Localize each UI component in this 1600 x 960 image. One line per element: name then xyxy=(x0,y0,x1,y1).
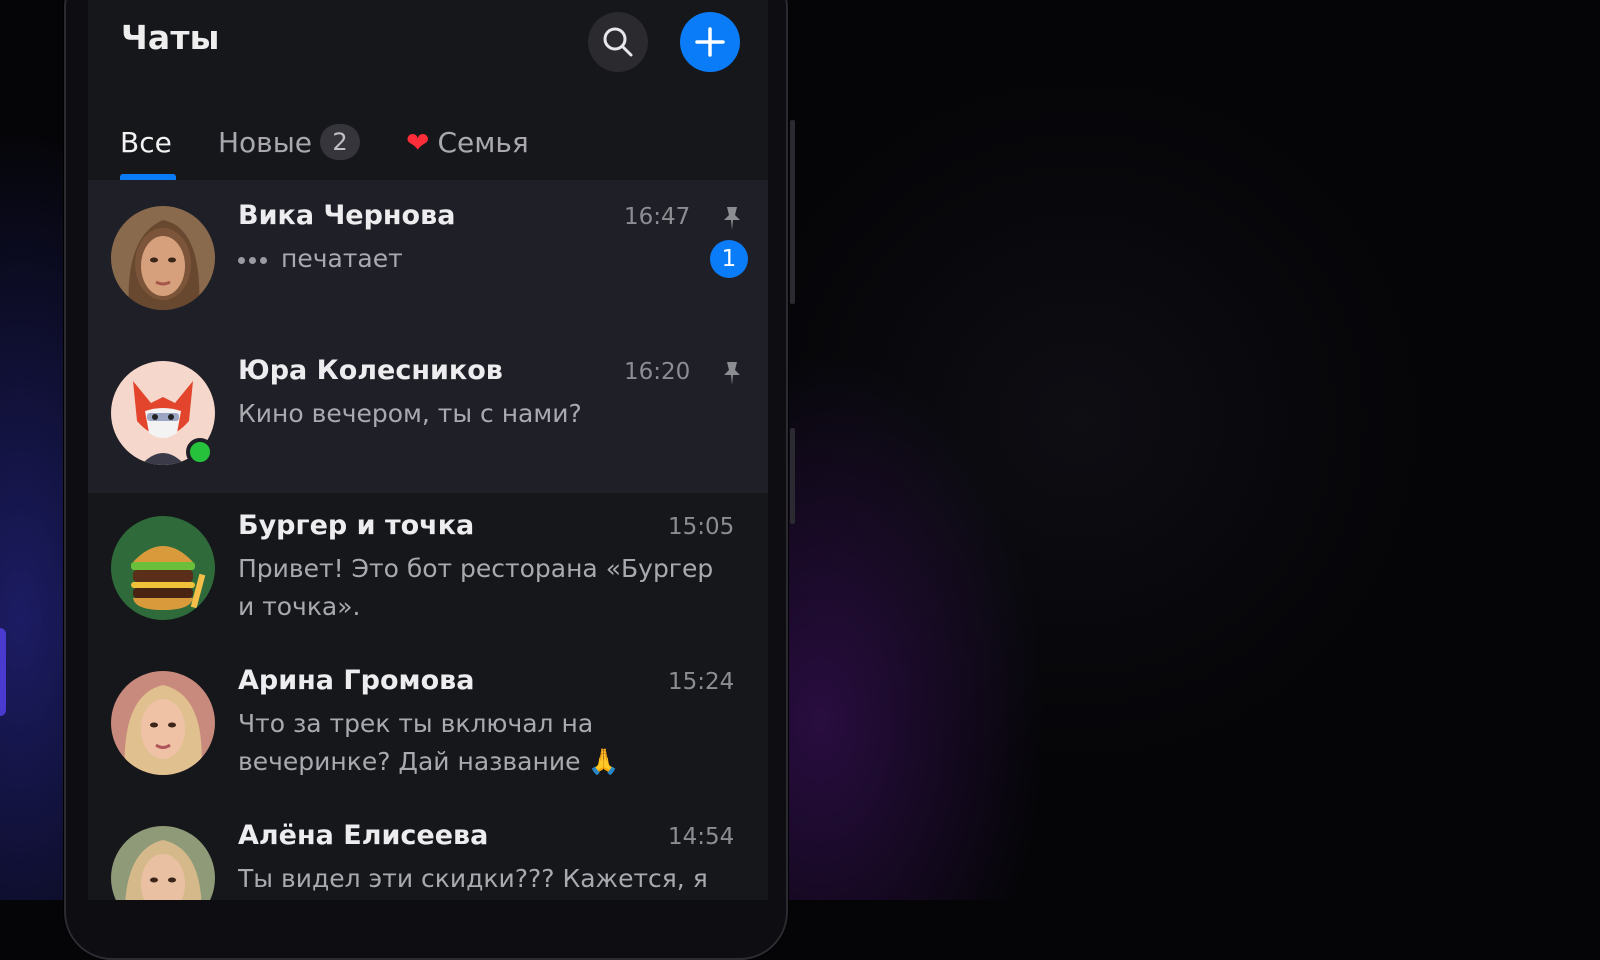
chat-filter-tabs: Все Новые 2 ❤ Семья xyxy=(88,110,768,180)
plus-icon xyxy=(695,27,725,57)
heart-icon: ❤ xyxy=(406,125,430,159)
chat-message-preview: Кино вечером, ты с нами? xyxy=(238,399,582,428)
tab-label: Все xyxy=(120,125,172,159)
chat-name: Вика Чернова xyxy=(238,200,456,231)
unread-count-badge: 2 xyxy=(320,124,361,160)
avatar xyxy=(111,516,215,620)
tab-family[interactable]: ❤ Семья xyxy=(406,122,529,162)
chat-name: Алёна Елисеева xyxy=(238,820,489,851)
online-status-dot xyxy=(186,438,214,466)
page-title: Чаты xyxy=(121,18,220,57)
chat-time: 16:47 xyxy=(624,204,691,230)
chat-row-arina-gromova[interactable]: Арина Громова 15:24 Что за трек ты включ… xyxy=(88,645,768,803)
header: Чаты xyxy=(88,0,768,90)
search-button[interactable] xyxy=(588,12,648,72)
chat-row-burger-bot[interactable]: Бургер и точка 15:05 Привет! Это бот рес… xyxy=(88,490,768,648)
chat-message-preview: печатает xyxy=(238,240,718,278)
chats-screen: Чаты Все Новые 2 ❤ Семья Вика Чернова 16… xyxy=(88,0,768,900)
phone-side-button xyxy=(790,120,795,304)
chat-name: Бургер и точка xyxy=(238,510,475,541)
search-icon xyxy=(603,27,633,57)
chat-row-yura-kolesnikov[interactable]: Юра Колесников 16:20 Кино вечером, ты с … xyxy=(88,335,768,493)
chat-row-vika-chernova[interactable]: Вика Чернова 16:47 печатает 1 xyxy=(88,180,768,338)
chat-time: 14:54 xyxy=(668,824,735,850)
left-edge-tab xyxy=(0,628,6,716)
tab-label: Новые xyxy=(218,125,313,159)
pin-icon xyxy=(724,207,740,230)
new-chat-button[interactable] xyxy=(680,12,740,72)
avatar xyxy=(111,826,215,900)
chat-time: 16:20 xyxy=(624,359,691,385)
tab-label: Семья xyxy=(437,125,529,159)
phone-side-button xyxy=(790,428,795,524)
unread-badge: 1 xyxy=(710,240,748,278)
avatar xyxy=(111,671,215,775)
chat-row-alena-eliseeva[interactable]: Алёна Елисеева 14:54 Ты видел эти скидки… xyxy=(88,800,768,900)
pin-icon xyxy=(724,362,740,385)
chat-name: Юра Колесников xyxy=(238,355,503,386)
chat-time: 15:05 xyxy=(668,514,735,540)
chat-message-preview: Привет! Это бот ресторана «Бургер и точк… xyxy=(238,554,714,621)
chat-message-preview: Ты видел эти скидки??? Кажется, я xyxy=(238,864,708,893)
tab-all[interactable]: Все xyxy=(120,122,172,162)
avatar xyxy=(111,206,215,310)
typing-status: печатает xyxy=(281,244,403,273)
typing-indicator-icon xyxy=(238,256,267,264)
chat-time: 15:24 xyxy=(668,669,735,695)
tab-new[interactable]: Новые 2 xyxy=(218,122,361,162)
chat-message-preview: Что за трек ты включал на вечеринке? Дай… xyxy=(238,709,620,776)
chat-name: Арина Громова xyxy=(238,665,475,696)
